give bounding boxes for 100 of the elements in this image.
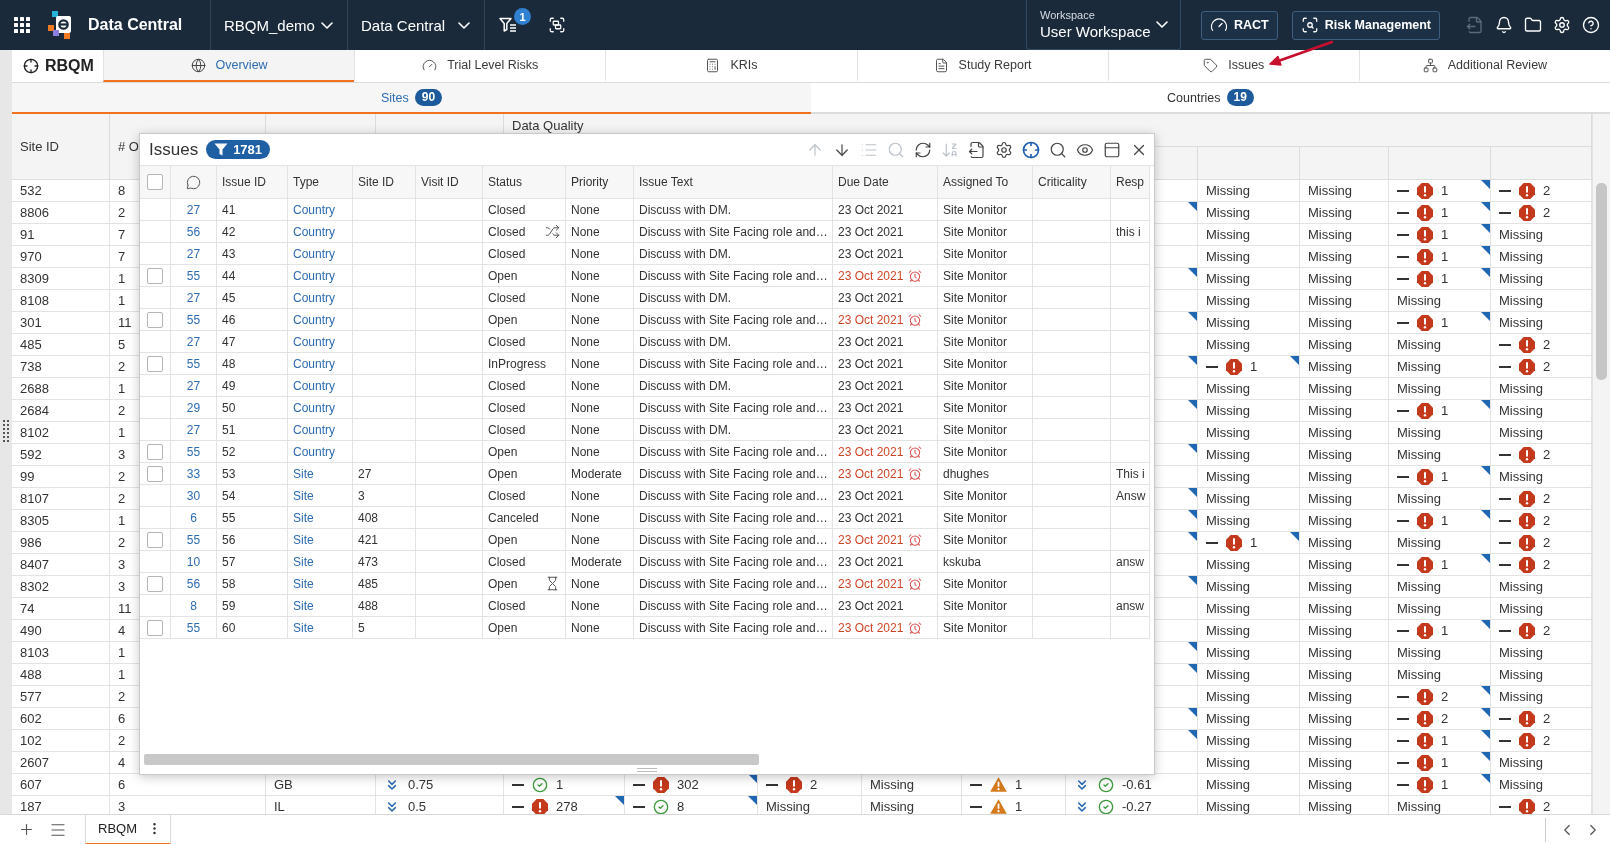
nav-tab[interactable]: Overview — [103, 50, 355, 82]
comment-count-link[interactable]: 27 — [186, 246, 201, 261]
value-text: Missing — [1397, 799, 1442, 814]
column-header[interactable]: Issue Text — [639, 175, 693, 189]
column-header[interactable]: Site ID — [358, 175, 394, 189]
filter-icon[interactable] — [499, 17, 517, 33]
column-header[interactable]: Site ID — [20, 139, 59, 154]
file-arrow-icon[interactable] — [968, 140, 986, 159]
column-header[interactable]: Visit ID — [421, 175, 459, 189]
priority-label: None — [571, 334, 600, 349]
horizontal-scrollbar[interactable] — [144, 754, 759, 765]
type-link[interactable]: Country — [293, 246, 336, 261]
type-link[interactable]: Site — [293, 488, 314, 503]
issue-id: 59 — [222, 598, 236, 613]
comment-count-link[interactable]: 55 — [186, 620, 201, 635]
type-link[interactable]: Country — [293, 312, 336, 327]
type-link[interactable]: Site — [293, 532, 314, 547]
type-link[interactable]: Site — [293, 598, 314, 613]
count-value: 11 — [118, 601, 132, 616]
comment-count-link[interactable]: 8 — [190, 598, 197, 613]
context-dropdown[interactable]: Data Central — [348, 0, 484, 50]
type-link[interactable]: Country — [293, 290, 336, 305]
comment-count-link[interactable]: 27 — [186, 202, 201, 217]
comment-count-link[interactable]: 6 — [190, 510, 197, 525]
notification-badge: 1 — [514, 8, 531, 25]
window-icon[interactable] — [1103, 140, 1121, 159]
column-header[interactable]: Due Date — [838, 175, 889, 189]
type-link[interactable]: Site — [293, 466, 314, 481]
header-button[interactable]: Risk Management — [1291, 10, 1440, 40]
comment-count-link[interactable]: 30 — [186, 488, 201, 503]
type-link[interactable]: Site — [293, 554, 314, 569]
overlapping-squares-icon[interactable] — [548, 16, 566, 34]
status-label: Closed — [488, 334, 526, 349]
value-text: Missing — [1308, 579, 1353, 594]
comment-count-link[interactable]: 55 — [186, 268, 201, 283]
comment-count-link[interactable]: 55 — [186, 532, 201, 547]
checkbox[interactable] — [147, 531, 163, 548]
column-header[interactable]: Assigned To — [943, 175, 1009, 189]
comment-count-link[interactable]: 29 — [186, 400, 201, 415]
type-link[interactable]: Site — [293, 620, 314, 635]
alarm-clock-icon — [908, 532, 923, 547]
type-link[interactable]: Country — [293, 356, 336, 371]
app-grid-icon[interactable] — [14, 17, 30, 33]
column-header[interactable]: Status — [488, 175, 523, 189]
column-header[interactable]: Resp — [1116, 175, 1144, 189]
comment-count-link[interactable]: 27 — [186, 334, 201, 349]
type-link[interactable]: Country — [293, 334, 336, 349]
circular-arrows-icon[interactable] — [914, 140, 932, 159]
checkbox[interactable] — [147, 174, 163, 190]
column-header[interactable]: Criticality — [1038, 175, 1087, 189]
header-button[interactable]: RACT — [1201, 10, 1278, 40]
context-dropdown[interactable]: RBQM_demo — [211, 0, 347, 50]
type-link[interactable]: Country — [293, 444, 336, 459]
comment-count-link[interactable]: 33 — [186, 466, 201, 481]
search-icon[interactable] — [1049, 140, 1067, 159]
type-link[interactable]: Site — [293, 576, 314, 591]
settings-icon[interactable] — [995, 140, 1013, 159]
type-link[interactable]: Site — [293, 510, 314, 525]
checkbox[interactable] — [147, 465, 163, 482]
comment-count-link[interactable]: 27 — [186, 422, 201, 437]
type-link[interactable]: Country — [293, 378, 336, 393]
type-link[interactable]: Country — [293, 400, 336, 415]
type-link[interactable]: Country — [293, 268, 336, 283]
column-header[interactable]: Issue ID — [222, 175, 266, 189]
comment-count-link[interactable]: 55 — [186, 444, 201, 459]
vertical-scrollbar[interactable] — [1592, 114, 1610, 814]
checkbox[interactable] — [147, 443, 163, 460]
crosshair-icon[interactable] — [1022, 140, 1040, 159]
checkbox[interactable] — [147, 267, 163, 284]
type-link[interactable]: Country — [293, 422, 336, 437]
column-header[interactable]: # O — [118, 139, 139, 154]
add-icon[interactable] — [18, 821, 35, 838]
comment-count-link[interactable]: 55 — [186, 312, 201, 327]
column-header[interactable]: Priority — [571, 175, 609, 189]
comment-count-link[interactable]: 55 — [186, 356, 201, 371]
type-link[interactable]: Country — [293, 202, 336, 217]
double-line-grip-icon[interactable] — [637, 767, 657, 772]
checkbox[interactable] — [147, 355, 163, 372]
filter-count-badge[interactable]: 1781 — [206, 140, 271, 159]
checkbox[interactable] — [147, 575, 163, 592]
checkbox[interactable] — [147, 619, 163, 636]
bell-icon[interactable] — [1495, 16, 1513, 34]
comment-count-link[interactable]: 56 — [186, 576, 201, 591]
assignee-name: Site Monitor — [943, 224, 1008, 239]
dotted-grip-icon[interactable] — [3, 420, 9, 444]
sub-tab[interactable]: Sites 90 — [12, 83, 811, 114]
folder-icon[interactable] — [1524, 16, 1542, 34]
column-header[interactable]: Type — [293, 175, 319, 189]
checkbox[interactable] — [147, 311, 163, 328]
comment-count-link[interactable]: 56 — [186, 224, 201, 239]
site-id: 8309 — [20, 271, 49, 286]
comment-count-link[interactable]: 27 — [186, 378, 201, 393]
comment-count-link[interactable]: 27 — [186, 290, 201, 305]
comment-count-link[interactable]: 10 — [186, 554, 201, 569]
logo-icon — [48, 11, 72, 39]
priority-label: None — [571, 290, 600, 305]
help-icon[interactable] — [1582, 16, 1600, 34]
value-text: 2 — [1543, 799, 1551, 814]
type-link[interactable]: Country — [293, 224, 336, 239]
sheet-tab[interactable]: RBQM — [85, 814, 171, 844]
